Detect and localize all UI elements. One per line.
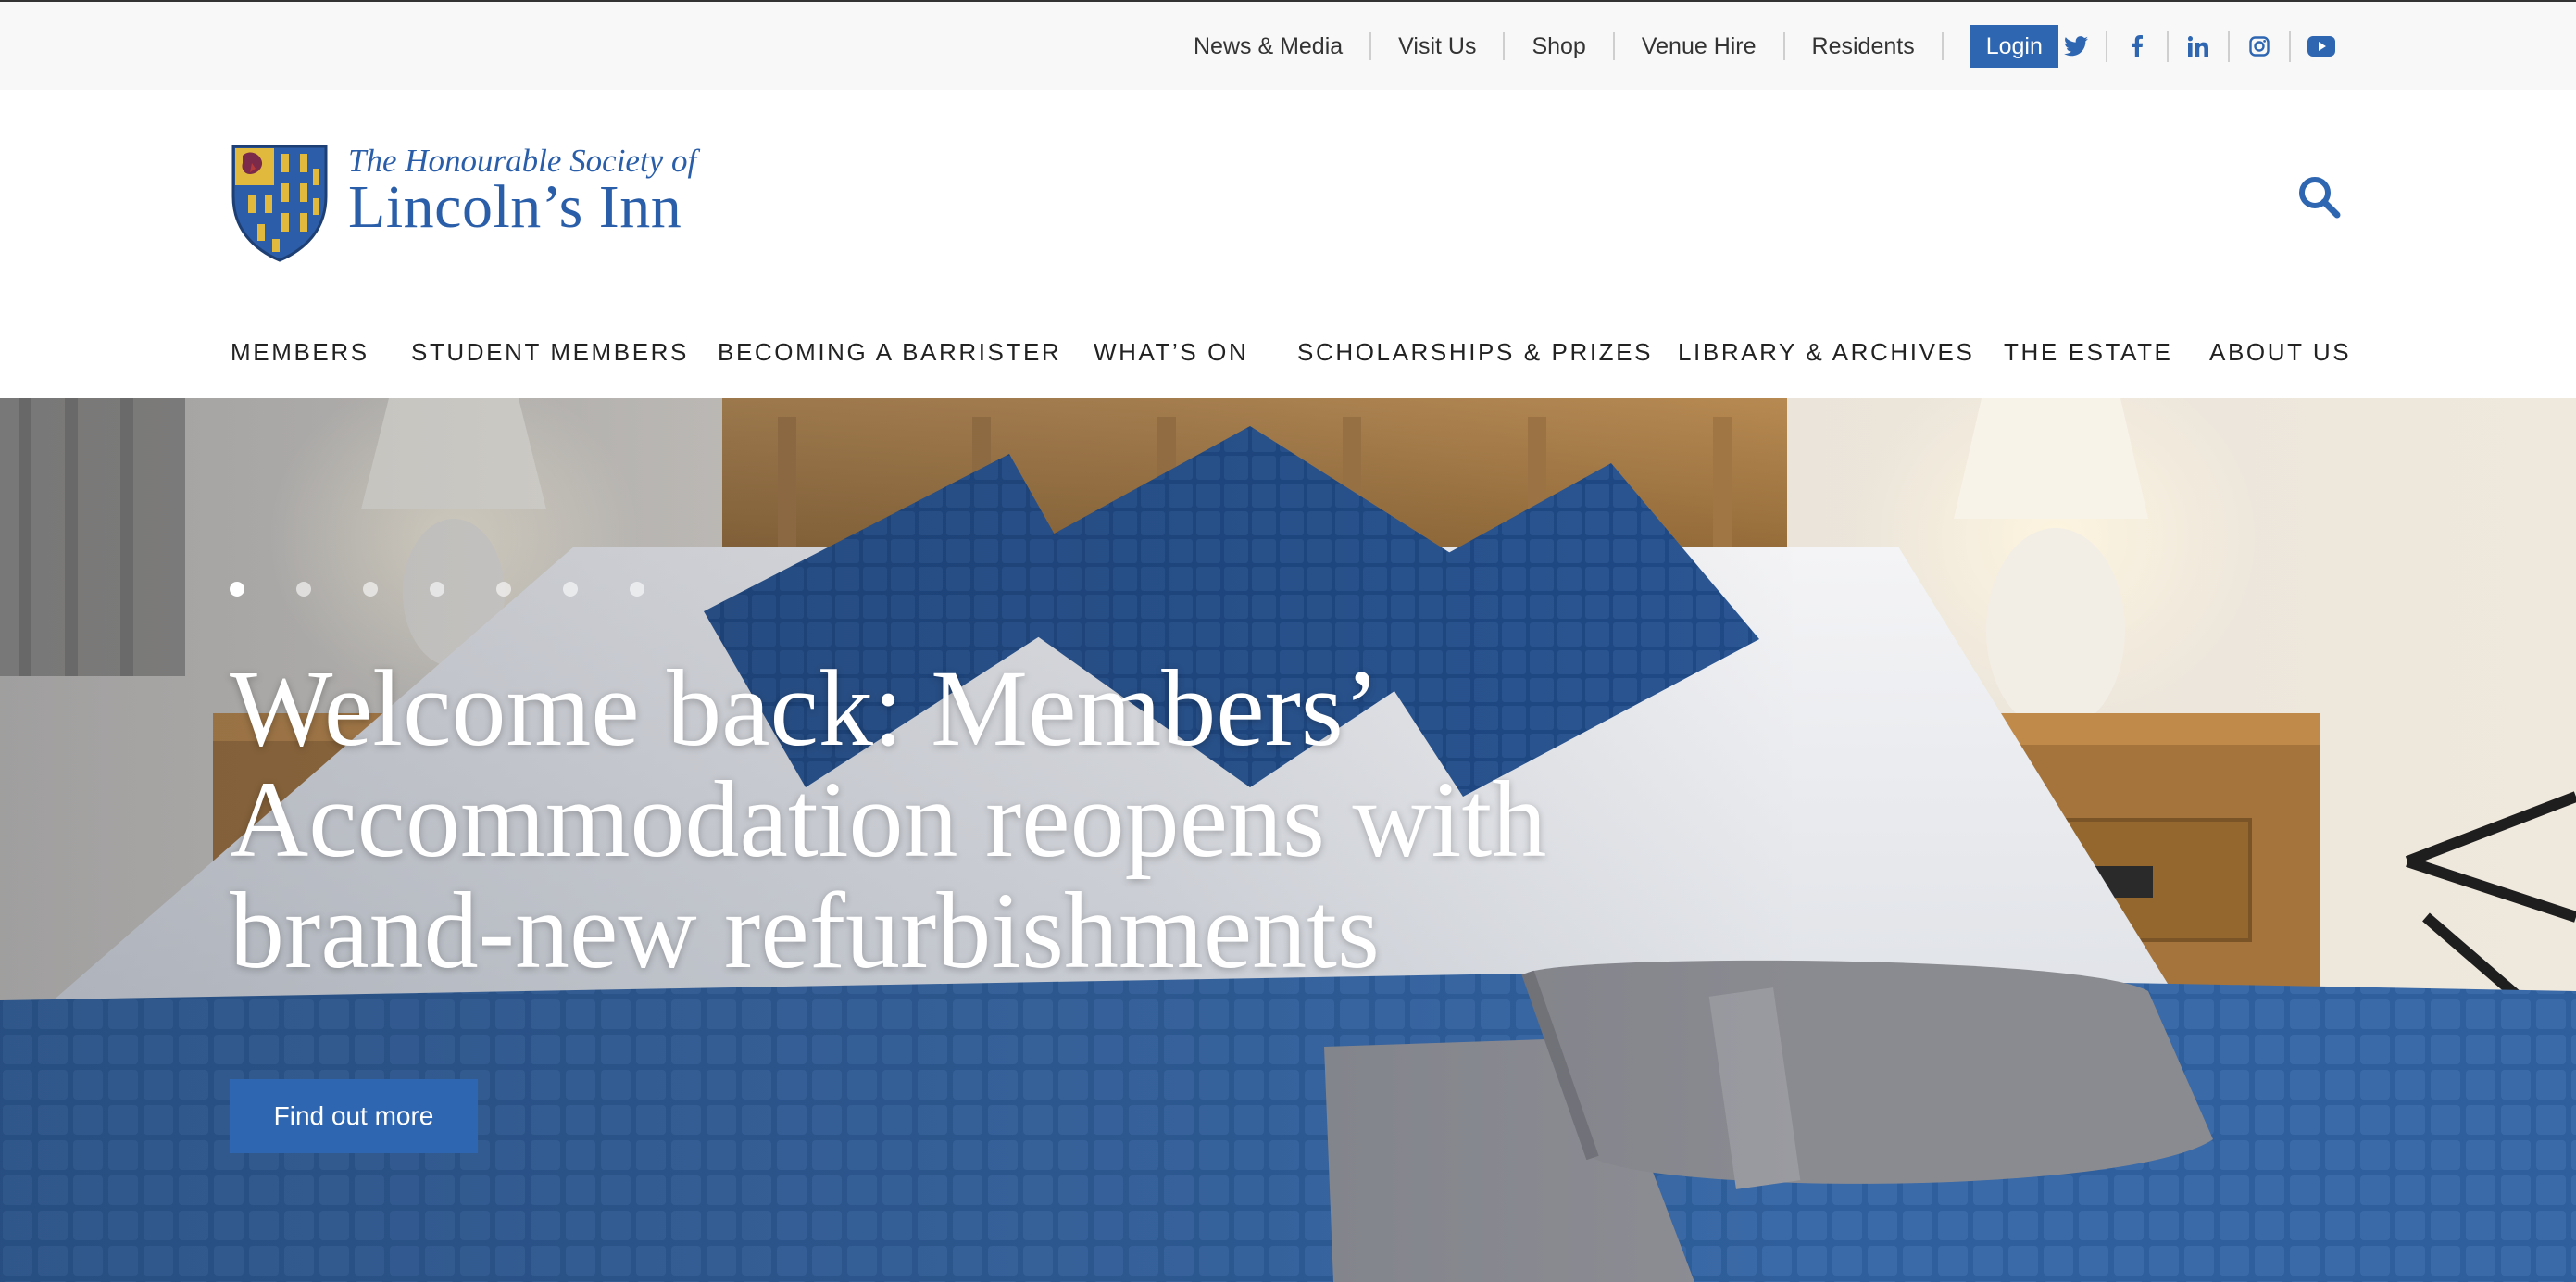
nav-the-estate[interactable]: The Estate (2004, 338, 2173, 367)
search-button[interactable] (2295, 173, 2343, 221)
hero-title: Welcome back: Members’ Accommodation reo… (230, 647, 1547, 991)
carousel-dot-7[interactable] (630, 582, 644, 597)
nav-members[interactable]: Members (231, 338, 369, 367)
logo-line-2: Lincoln’s Inn (348, 173, 682, 241)
carousel-dots (230, 582, 696, 597)
utility-link-visit-us[interactable]: Visit Us (1371, 31, 1506, 60)
facebook-icon[interactable] (2107, 30, 2169, 62)
logo-text: The Honourable Society of Lincoln’s Inn (348, 143, 696, 239)
carousel-dot-2[interactable] (296, 582, 311, 597)
carousel-dot-4[interactable] (430, 582, 444, 597)
youtube-icon[interactable] (2291, 31, 2352, 62)
instagram-icon[interactable] (2230, 30, 2291, 62)
nav-library-archives[interactable]: Library & Archives (1678, 338, 1974, 367)
site-logo[interactable]: The Honourable Society of Lincoln’s Inn (230, 143, 696, 268)
hero-carousel: Welcome back: Members’ Accommodation reo… (0, 398, 2576, 1282)
carousel-dot-1[interactable] (230, 582, 244, 597)
linkedin-icon[interactable] (2169, 30, 2230, 62)
carousel-dot-5[interactable] (496, 582, 511, 597)
nav-scholarships-prizes[interactable]: Scholarships & Prizes (1297, 338, 1653, 367)
utility-link-shop[interactable]: Shop (1505, 31, 1615, 60)
crest-icon (230, 143, 330, 268)
utility-link-venue-hire[interactable]: Venue Hire (1615, 31, 1785, 60)
carousel-dot-6[interactable] (563, 582, 578, 597)
nav-student-members[interactable]: Student Members (411, 338, 689, 367)
utility-link-residents[interactable]: Residents (1785, 31, 1944, 60)
utility-nav: News & Media Visit Us Shop Venue Hire Re… (1167, 2, 2058, 90)
carousel-dot-3[interactable] (363, 582, 378, 597)
nav-whats-on[interactable]: What’s On (1094, 338, 1248, 367)
find-out-more-button[interactable]: Find out more (230, 1079, 478, 1153)
social-links (2046, 2, 2352, 90)
site-header: The Honourable Society of Lincoln’s Inn … (0, 90, 2576, 398)
nav-about-us[interactable]: About Us (2209, 338, 2351, 367)
twitter-icon[interactable] (2046, 30, 2107, 62)
search-icon (2296, 176, 2341, 221)
login-button[interactable]: Login (1970, 24, 2058, 68)
nav-becoming-a-barrister[interactable]: Becoming a Barrister (718, 338, 1061, 367)
login-wrap: Login (1944, 24, 2058, 68)
utility-bar: News & Media Visit Us Shop Venue Hire Re… (0, 0, 2576, 90)
utility-link-news-media[interactable]: News & Media (1167, 31, 1372, 60)
